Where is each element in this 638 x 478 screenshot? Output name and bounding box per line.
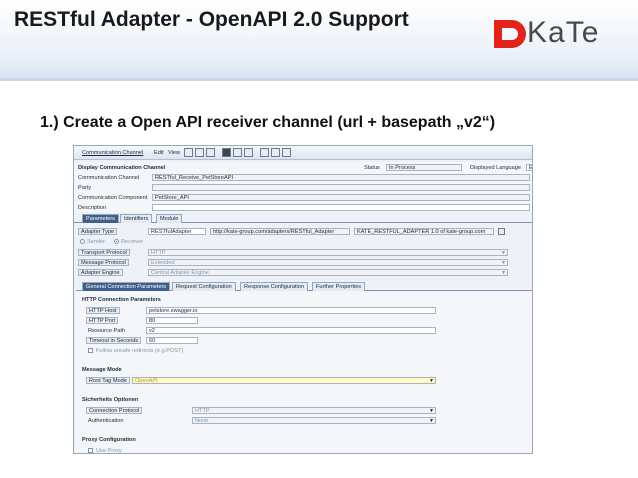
http-port-field[interactable]: 80 [146, 317, 198, 324]
connection-protocol-label: Connection Protocol [86, 407, 143, 414]
tab-parameters[interactable]: Parameters [82, 214, 119, 223]
dropdown-arrow-icon: ▼ [429, 408, 434, 414]
proxy-config-title: Proxy Configuration [82, 437, 136, 443]
sub-tabs: General Connection Parameters Request Co… [76, 282, 532, 291]
menu-edit[interactable]: Edit [154, 150, 164, 156]
adapter-type-field[interactable]: RESTfulAdapter [148, 228, 206, 235]
authentication-select[interactable]: None ▼ [192, 417, 436, 424]
toolbar-icon[interactable] [260, 148, 269, 157]
resource-path-label: Resource Path [88, 328, 126, 334]
root-tag-mode-select[interactable]: OpenAPI ▼ [132, 377, 436, 384]
adapter-engine-value: Central Adapter Engine [151, 270, 209, 276]
dropdown-arrow-icon: ▼ [429, 378, 434, 384]
toolbar-icon[interactable] [184, 148, 193, 157]
component-field: PetStore_API [152, 194, 530, 201]
component-label: Communication Component [78, 195, 148, 201]
root-tag-mode-label: Root Tag Mode [86, 377, 130, 384]
use-proxy-label: Use Proxy [96, 448, 122, 454]
description-label: Description [78, 205, 106, 211]
toolbar-icon[interactable] [222, 148, 231, 157]
toolbar-icon[interactable] [244, 148, 253, 157]
sap-screenshot: Communication Channel Edit View Display … [73, 145, 533, 454]
party-label: Party [78, 185, 92, 191]
dropdown-arrow-icon: ▼ [501, 260, 506, 266]
status-field: In Process [386, 164, 462, 171]
step-heading: 1.) Create a Open API receiver channel (… [40, 114, 496, 131]
toolbar-icon[interactable] [195, 148, 204, 157]
adapter-engine-select[interactable]: Central Adapter Engine ▼ [148, 269, 508, 276]
language-label: Displayed Language [470, 165, 522, 171]
display-title: Display Communication Channel [78, 165, 166, 171]
adapter-type-label: Adapter Type [78, 228, 118, 235]
message-protocol-select[interactable]: Extended ▼ [148, 259, 508, 266]
authentication-label: Authentication [88, 418, 124, 424]
connection-protocol-value: HTTP [195, 408, 210, 414]
message-protocol-value: Extended [151, 260, 175, 266]
http-host-field[interactable]: petstore.swagger.io [146, 307, 436, 314]
http-section-title: HTTP Connection Parameters [82, 297, 161, 303]
follow-redirects-checkbox[interactable] [88, 348, 93, 353]
party-field [152, 184, 530, 191]
menu-view[interactable]: View [168, 150, 180, 156]
menu-communication-channel[interactable]: Communication Channel [82, 150, 143, 156]
connection-protocol-select[interactable]: HTTP ▼ [192, 407, 436, 414]
channel-label: Communication Channel [78, 175, 140, 181]
transport-protocol-value: HTTP [151, 250, 166, 256]
http-host-label: HTTP Host [86, 307, 120, 314]
menu-bar: Communication Channel Edit View [74, 146, 532, 160]
sender-radio[interactable] [80, 239, 85, 244]
dropdown-arrow-icon: ▼ [501, 270, 506, 276]
timeout-field[interactable]: 60 [146, 337, 198, 344]
tab-request-configuration[interactable]: Request Configuration [172, 282, 236, 291]
value-help-icon[interactable] [498, 228, 505, 235]
status-label: Status [364, 165, 380, 171]
slide-title: RESTful Adapter - OpenAPI 2.0 Support [14, 8, 409, 31]
authentication-value: None [195, 418, 209, 424]
adapter-namespace-field: http://kate-group.com/adapters/RESTful_A… [210, 228, 350, 235]
sender-label: Sender [87, 239, 106, 245]
title-divider [0, 78, 638, 81]
transport-protocol-select[interactable]: HTTP ▼ [148, 249, 508, 256]
transport-protocol-label: Transport Protocol [78, 249, 130, 256]
tab-general-connection[interactable]: General Connection Parameters [82, 282, 171, 291]
toolbar-icon[interactable] [233, 148, 242, 157]
adapter-software-field: KATE_RESTFUL_ADAPTER 1.0 of kate-group.c… [354, 228, 494, 235]
channel-field: RESTful_Receive_PetStoreAPI [152, 174, 530, 181]
message-protocol-label: Message Protocol [78, 259, 129, 266]
dropdown-arrow-icon: ▼ [501, 250, 506, 256]
use-proxy-checkbox[interactable] [88, 448, 93, 453]
language-field[interactable]: E [526, 164, 532, 171]
toolbar-icon[interactable] [271, 148, 280, 157]
general-connection-panel: HTTP Connection Parameters HTTP Host pet… [76, 291, 532, 454]
toolbar-icon[interactable] [282, 148, 291, 157]
resource-path-field[interactable]: v2 [146, 327, 436, 334]
receiver-label: Receiver [121, 239, 144, 245]
channel-header: Display Communication Channel Status In … [74, 162, 532, 212]
toolbar-icon[interactable] [206, 148, 215, 157]
main-tabs: Parameters Identifiers Module [74, 214, 532, 223]
logo-text: KaTe [527, 16, 600, 49]
adapter-engine-label: Adapter Engine [78, 269, 123, 276]
security-options-title: Sicherheits Optionen [82, 397, 139, 403]
dropdown-arrow-icon: ▼ [429, 418, 434, 424]
tab-identifiers[interactable]: Identifiers [120, 214, 153, 223]
timeout-label: Timeout in Seconds [86, 337, 142, 344]
follow-redirects-label: Follow unsafe redirects (e.g.POST) [96, 348, 184, 354]
root-tag-mode-value: OpenAPI [135, 378, 158, 384]
tab-further-properties[interactable]: Further Properties [312, 282, 366, 291]
description-field[interactable] [152, 204, 530, 211]
slide: RESTful Adapter - OpenAPI 2.0 Support Ka… [0, 0, 638, 478]
message-mode-title: Message Mode [82, 367, 122, 373]
http-port-label: HTTP Port [86, 317, 119, 324]
tab-module[interactable]: Module [156, 214, 183, 223]
tab-response-configuration[interactable]: Response Configuration [240, 282, 309, 291]
receiver-radio[interactable] [114, 239, 119, 244]
